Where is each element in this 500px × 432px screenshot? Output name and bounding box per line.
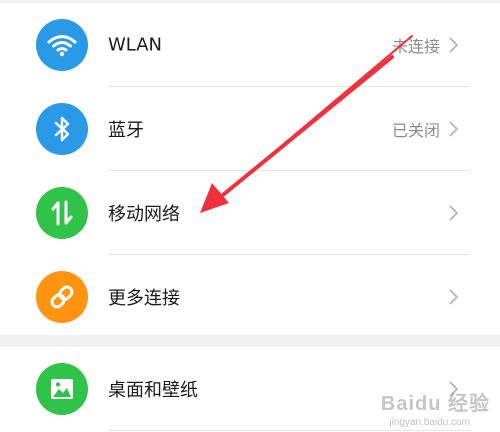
settings-item-status: 已关闭	[391, 120, 440, 140]
chevron-right-icon	[449, 204, 459, 221]
settings-item-more-connections[interactable]: 更多连接	[0, 255, 500, 338]
chevron-right-icon	[449, 288, 459, 305]
mobile-data-icon	[36, 186, 88, 239]
connectivity-settings-group: WLAN 未连接 蓝牙 已关闭 移动网络 更多连接	[0, 3, 500, 335]
settings-item-label: 蓝牙	[108, 119, 144, 141]
divider	[108, 430, 470, 431]
settings-item-label: 更多连接	[108, 287, 180, 309]
baidu-watermark: Baidu 经验	[380, 393, 490, 415]
section-gap	[0, 335, 500, 347]
settings-item-label: WLAN	[108, 34, 163, 55]
settings-item-label: 移动网络	[108, 203, 180, 225]
chevron-right-icon	[449, 36, 459, 53]
settings-item-mobile-network[interactable]: 移动网络	[0, 171, 500, 254]
settings-item-bluetooth[interactable]: 蓝牙 已关闭	[0, 87, 500, 170]
wifi-icon	[36, 18, 88, 71]
settings-item-wlan[interactable]: WLAN 未连接	[0, 3, 500, 86]
bluetooth-icon	[36, 102, 88, 155]
watermark-url: jingyan.baidu.com	[389, 417, 470, 428]
link-icon	[36, 270, 88, 323]
image-icon	[36, 362, 88, 415]
settings-item-label: 桌面和壁纸	[108, 379, 198, 401]
settings-item-status: 未连接	[391, 36, 440, 56]
chevron-right-icon	[449, 120, 459, 137]
